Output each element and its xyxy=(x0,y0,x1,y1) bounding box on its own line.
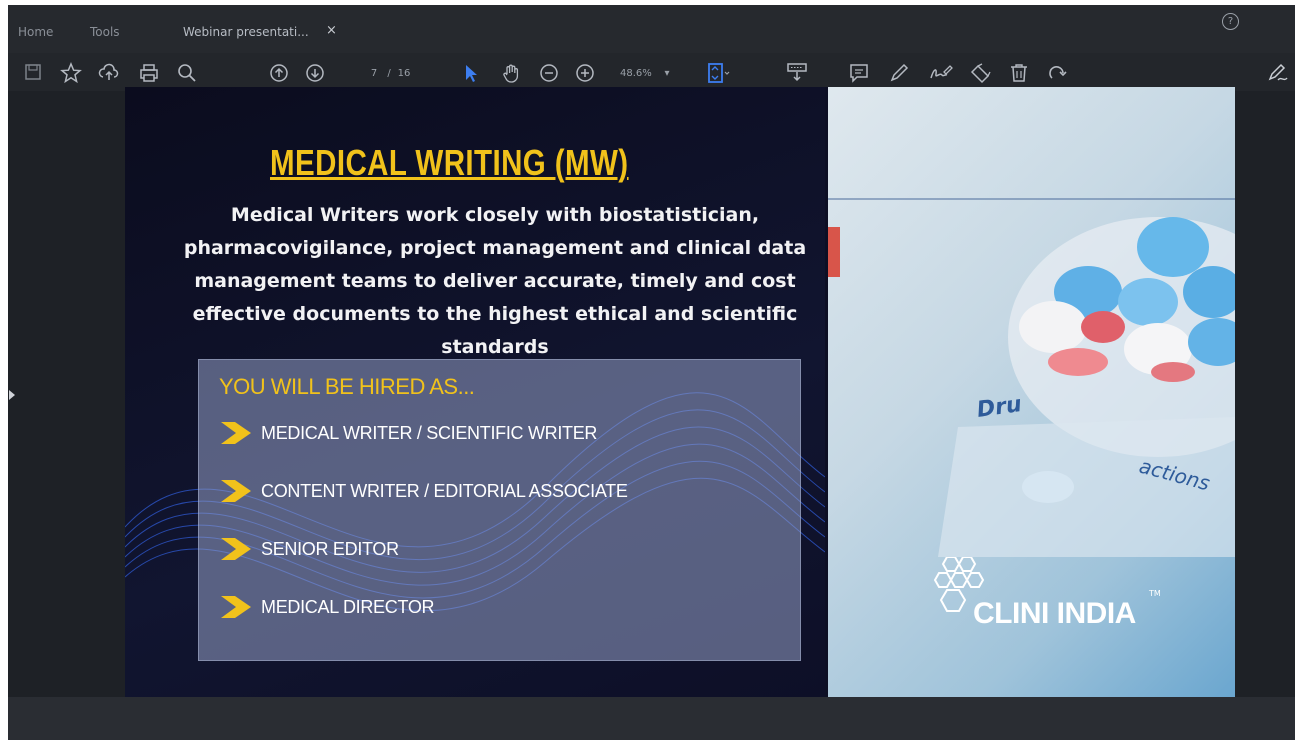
zoom-out-icon[interactable] xyxy=(538,62,560,84)
hand-icon[interactable] xyxy=(500,62,522,84)
toolbar: 7 / 16 48.6% ▾ xyxy=(8,53,1295,91)
logo-text: CLINI INDIA xyxy=(973,597,1136,630)
role-label: MEDICAL DIRECTOR xyxy=(261,596,435,617)
zoom-in-icon[interactable] xyxy=(574,62,596,84)
slide-body: Medical Writers work closely with biosta… xyxy=(183,204,807,358)
close-tab-icon[interactable]: × xyxy=(326,23,337,38)
star-icon[interactable] xyxy=(60,62,82,84)
edit-icon[interactable] xyxy=(1266,62,1290,84)
pen-icon[interactable] xyxy=(888,62,910,84)
print-icon[interactable] xyxy=(138,62,160,84)
chevron-right-icon xyxy=(221,480,251,502)
sign-icon[interactable] xyxy=(928,62,954,84)
fit-page-icon[interactable] xyxy=(706,62,732,84)
hired-heading: YOU WILL BE HIRED AS... xyxy=(219,374,475,399)
svg-text:Dru: Dru xyxy=(975,392,1023,423)
list-item: CONTENT WRITER / EDITORIAL ASSOCIATE xyxy=(219,476,628,506)
chevron-right-icon xyxy=(221,596,251,618)
search-icon[interactable] xyxy=(176,62,198,84)
chevron-right-icon xyxy=(221,538,251,560)
list-item: MEDICAL DIRECTOR xyxy=(219,592,435,622)
chevron-right-icon xyxy=(221,422,251,444)
page-down-icon[interactable] xyxy=(304,62,326,84)
pills-photo: Dru actions CLINI INDIA TM xyxy=(828,87,1235,697)
list-item: SENIOR EDITOR xyxy=(219,534,399,564)
trademark-mark: TM xyxy=(1149,589,1161,598)
zoom-level[interactable]: 48.6% xyxy=(620,63,652,85)
role-label: CONTENT WRITER / EDITORIAL ASSOCIATE xyxy=(261,480,628,501)
slide-text-panel: MEDICAL WRITING (MW) Medical Writers wor… xyxy=(125,87,825,697)
rotate-icon[interactable] xyxy=(1046,62,1068,84)
comment-icon[interactable] xyxy=(848,62,870,84)
redact-icon[interactable] xyxy=(968,62,992,84)
tab-tools[interactable]: Tools xyxy=(90,25,120,39)
screen: Home Tools Webinar presentati... × ? 7 /… xyxy=(8,5,1295,697)
monitor-bezel xyxy=(8,697,1295,740)
save-icon[interactable] xyxy=(22,62,44,84)
clini-india-logo: CLINI INDIA TM xyxy=(933,556,1173,637)
tab-home[interactable]: Home xyxy=(18,25,53,39)
stamp-icon[interactable] xyxy=(784,62,810,84)
upload-icon[interactable] xyxy=(98,62,120,84)
slide-title: MEDICAL WRITING (MW) xyxy=(270,142,629,183)
page-up-icon[interactable] xyxy=(268,62,290,84)
hired-as-box: YOU WILL BE HIRED AS... MEDICAL WRITER /… xyxy=(198,359,801,661)
side-panel-toggle-icon[interactable] xyxy=(9,390,15,400)
role-label: MEDICAL WRITER / SCIENTIFIC WRITER xyxy=(261,422,598,443)
delete-icon[interactable] xyxy=(1008,62,1030,84)
slide: MEDICAL WRITING (MW) Medical Writers wor… xyxy=(125,87,1235,697)
tab-document[interactable]: Webinar presentati... xyxy=(183,25,309,39)
role-label: SENIOR EDITOR xyxy=(261,538,399,559)
list-item: MEDICAL WRITER / SCIENTIFIC WRITER xyxy=(219,418,597,448)
page-total: 16 xyxy=(397,68,411,79)
select-cursor-icon[interactable] xyxy=(460,62,482,84)
tab-bar: Home Tools Webinar presentati... × ? xyxy=(8,5,1295,53)
zoom-dropdown-icon[interactable]: ▾ xyxy=(656,63,678,85)
help-icon[interactable]: ? xyxy=(1222,13,1239,30)
